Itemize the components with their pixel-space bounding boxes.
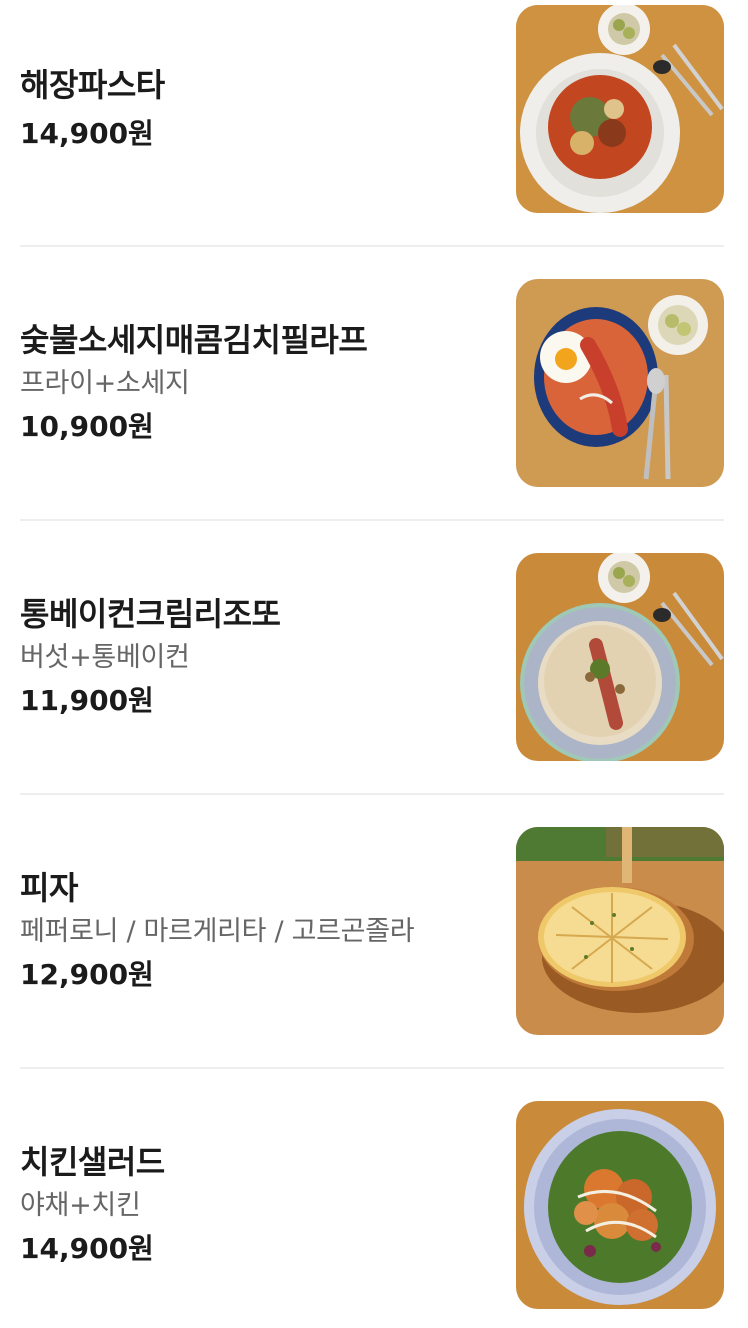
menu-item-photo[interactable]	[516, 1101, 724, 1309]
menu-item-price: 14,900원	[20, 117, 154, 150]
menu-item-description: 야채+치킨	[20, 1190, 141, 1221]
menu-item-description: 프라이+소세지	[20, 368, 190, 399]
menu-item-text: 해장파스타 14,900원	[20, 5, 490, 213]
divider	[20, 519, 724, 521]
menu-item-name: 피자	[20, 869, 78, 907]
menu-item-text: 치킨샐러드 야채+치킨 14,900원	[20, 1101, 490, 1309]
menu-item-name: 해장파스타	[20, 66, 165, 104]
menu-item-description: 페퍼로니 / 마르게리타 / 고르곤졸라	[20, 916, 415, 947]
menu-item-photo[interactable]	[516, 279, 724, 487]
menu-item-chicken-salad[interactable]: 치킨샐러드 야채+치킨 14,900원	[20, 1101, 724, 1309]
divider	[20, 1067, 724, 1069]
divider	[20, 793, 724, 795]
menu-item-text: 피자 페퍼로니 / 마르게리타 / 고르곤졸라 12,900원	[20, 827, 490, 1035]
menu-item-description: 버섯+통베이컨	[20, 642, 190, 673]
menu-item-price: 14,900원	[20, 1232, 154, 1265]
menu-item-name: 통베이컨크림리조또	[20, 595, 281, 633]
menu-list: 해장파스타 14,900원 숯불소세지매콤김치필라프 프라이+소세지 10,90…	[0, 0, 748, 1328]
menu-item-name: 숯불소세지매콤김치필라프	[20, 321, 368, 359]
menu-item-kimchi-pilaf[interactable]: 숯불소세지매콤김치필라프 프라이+소세지 10,900원	[20, 279, 724, 487]
menu-item-hangover-pasta[interactable]: 해장파스타 14,900원	[20, 5, 724, 213]
menu-item-photo[interactable]	[516, 5, 724, 213]
divider	[20, 245, 724, 247]
menu-item-pizza[interactable]: 피자 페퍼로니 / 마르게리타 / 고르곤졸라 12,900원	[20, 827, 724, 1035]
menu-item-price: 10,900원	[20, 410, 154, 443]
menu-item-price: 11,900원	[20, 684, 154, 717]
menu-item-text: 통베이컨크림리조또 버섯+통베이컨 11,900원	[20, 553, 490, 761]
menu-item-name: 치킨샐러드	[20, 1143, 165, 1181]
menu-item-text: 숯불소세지매콤김치필라프 프라이+소세지 10,900원	[20, 279, 490, 487]
menu-item-photo[interactable]	[516, 827, 724, 1035]
menu-item-cream-risotto[interactable]: 통베이컨크림리조또 버섯+통베이컨 11,900원	[20, 553, 724, 761]
menu-item-price: 12,900원	[20, 958, 154, 991]
menu-item-photo[interactable]	[516, 553, 724, 761]
